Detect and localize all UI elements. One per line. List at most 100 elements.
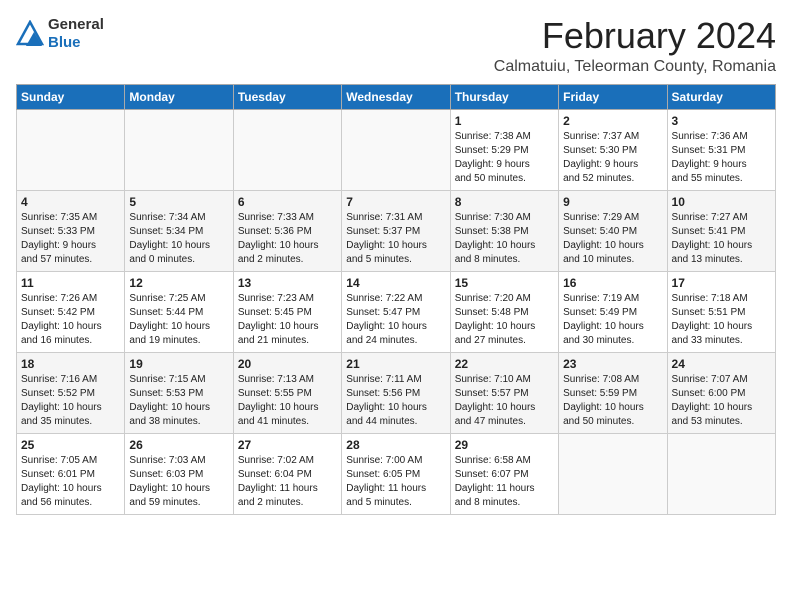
calendar-cell: 26Sunrise: 7:03 AM Sunset: 6:03 PM Dayli… [125,433,233,514]
calendar-cell: 5 Sunrise: 7:34 AM Sunset: 5:34 PM Daylig… [125,190,233,271]
day-number: 5 [129,195,228,209]
calendar-cell: 11 Sunrise: 7:26 AM Sunset: 5:42 PM Dayli… [17,271,125,352]
day-info: Sunrise: 7:18 AM Sunset: 5:51 PM Dayligh… [672,292,771,348]
day-number: 15 [455,276,554,290]
day-number: 4 [21,195,120,209]
weekday-header-monday: Monday [125,84,233,109]
day-info: Sunrise: 7:36 AM Sunset: 5:31 PM Dayligh… [672,130,771,186]
day-info: Sunrise: 7:13 AM Sunset: 5:55 PM Dayligh… [238,373,337,429]
day-info: Sunrise: 7:23 AM Sunset: 5:45 PM Dayligh… [238,292,337,348]
day-number: 19 [129,357,228,371]
calendar-cell: 2 Sunrise: 7:37 AM Sunset: 5:30 PM Daylig… [559,109,667,190]
day-number: 20 [238,357,337,371]
day-info: Sunrise: 7:11 AM Sunset: 5:56 PM Dayligh… [346,373,445,429]
calendar-cell: 15 Sunrise: 7:20 AM Sunset: 5:48 PM Dayli… [450,271,558,352]
location-subtitle: Calmatuiu, Teleorman County, Romania [494,58,776,76]
day-info: Sunrise: 7:37 AM Sunset: 5:30 PM Dayligh… [563,130,662,186]
week-row-1: 1 Sunrise: 7:38 AM Sunset: 5:29 PM Daylig… [17,109,776,190]
day-info: Sunrise: 7:02 AM Sunset: 6:04 PM Dayligh… [238,454,337,510]
day-info: Sunrise: 7:33 AM Sunset: 5:36 PM Dayligh… [238,211,337,267]
day-number: 7 [346,195,445,209]
day-info: Sunrise: 7:25 AM Sunset: 5:44 PM Dayligh… [129,292,228,348]
logo-text: General Blue [48,16,104,52]
weekday-header-thursday: Thursday [450,84,558,109]
weekday-header-row: SundayMondayTuesdayWednesdayThursdayFrid… [17,84,776,109]
week-row-4: 18 Sunrise: 7:16 AM Sunset: 5:52 PM Dayli… [17,352,776,433]
weekday-header-wednesday: Wednesday [342,84,450,109]
day-info: Sunrise: 7:38 AM Sunset: 5:29 PM Dayligh… [455,130,554,186]
calendar-cell: 16 Sunrise: 7:19 AM Sunset: 5:49 PM Dayli… [559,271,667,352]
day-info: Sunrise: 7:26 AM Sunset: 5:42 PM Dayligh… [21,292,120,348]
day-info: Sunrise: 7:20 AM Sunset: 5:48 PM Dayligh… [455,292,554,348]
calendar-table: SundayMondayTuesdayWednesdayThursdayFrid… [16,84,776,515]
calendar-cell: 28 Sunrise: 7:00 AM Sunset: 6:05 PM Dayli… [342,433,450,514]
calendar-cell: 19 Sunrise: 7:15 AM Sunset: 5:53 PM Dayli… [125,352,233,433]
day-number: 21 [346,357,445,371]
weekday-header-saturday: Saturday [667,84,775,109]
day-number: 1 [455,114,554,128]
day-info: Sunrise: 7:19 AM Sunset: 5:49 PM Dayligh… [563,292,662,348]
day-info: Sunrise: 7:31 AM Sunset: 5:37 PM Dayligh… [346,211,445,267]
day-info: Sunrise: 7:16 AM Sunset: 5:52 PM Dayligh… [21,373,120,429]
day-info: Sunrise: 7:22 AM Sunset: 5:47 PM Dayligh… [346,292,445,348]
day-number: 18 [21,357,120,371]
calendar-cell: 7 Sunrise: 7:31 AM Sunset: 5:37 PM Daylig… [342,190,450,271]
day-info: Sunrise: 7:15 AM Sunset: 5:53 PM Dayligh… [129,373,228,429]
calendar-cell [559,433,667,514]
calendar-cell: 27 Sunrise: 7:02 AM Sunset: 6:04 PM Dayli… [233,433,341,514]
day-info: Sunrise: 7:00 AM Sunset: 6:05 PM Dayligh… [346,454,445,510]
calendar-cell: 1 Sunrise: 7:38 AM Sunset: 5:29 PM Daylig… [450,109,558,190]
calendar-cell [342,109,450,190]
day-number: 16 [563,276,662,290]
calendar-cell: 6 Sunrise: 7:33 AM Sunset: 5:36 PM Daylig… [233,190,341,271]
day-number: 24 [672,357,771,371]
day-info: Sunrise: 7:30 AM Sunset: 5:38 PM Dayligh… [455,211,554,267]
day-number: 11 [21,276,120,290]
weekday-header-sunday: Sunday [17,84,125,109]
calendar-cell: 12Sunrise: 7:25 AM Sunset: 5:44 PM Dayli… [125,271,233,352]
day-number: 23 [563,357,662,371]
month-title: February 2024 [494,16,776,56]
calendar-cell: 29 Sunrise: 6:58 AM Sunset: 6:07 PM Dayli… [450,433,558,514]
day-number: 3 [672,114,771,128]
day-number: 17 [672,276,771,290]
calendar-cell: 8 Sunrise: 7:30 AM Sunset: 5:38 PM Daylig… [450,190,558,271]
day-info: Sunrise: 7:03 AM Sunset: 6:03 PM Dayligh… [129,454,228,510]
calendar-cell: 23Sunrise: 7:08 AM Sunset: 5:59 PM Dayli… [559,352,667,433]
day-info: Sunrise: 7:05 AM Sunset: 6:01 PM Dayligh… [21,454,120,510]
calendar-cell: 14 Sunrise: 7:22 AM Sunset: 5:47 PM Dayli… [342,271,450,352]
day-number: 13 [238,276,337,290]
day-number: 14 [346,276,445,290]
day-info: Sunrise: 7:27 AM Sunset: 5:41 PM Dayligh… [672,211,771,267]
day-info: Sunrise: 7:29 AM Sunset: 5:40 PM Dayligh… [563,211,662,267]
day-info: Sunrise: 7:34 AM Sunset: 5:34 PM Dayligh… [129,211,228,267]
title-block: February 2024 Calmatuiu, Teleorman Count… [494,16,776,76]
day-number: 28 [346,438,445,452]
day-number: 2 [563,114,662,128]
week-row-2: 4 Sunrise: 7:35 AM Sunset: 5:33 PM Daylig… [17,190,776,271]
day-number: 27 [238,438,337,452]
calendar-cell: 21 Sunrise: 7:11 AM Sunset: 5:56 PM Dayli… [342,352,450,433]
week-row-3: 11 Sunrise: 7:26 AM Sunset: 5:42 PM Dayli… [17,271,776,352]
calendar-cell [17,109,125,190]
day-number: 8 [455,195,554,209]
calendar-cell: 20 Sunrise: 7:13 AM Sunset: 5:55 PM Dayli… [233,352,341,433]
logo-icon [16,20,44,48]
day-info: Sunrise: 7:35 AM Sunset: 5:33 PM Dayligh… [21,211,120,267]
day-info: Sunrise: 7:10 AM Sunset: 5:57 PM Dayligh… [455,373,554,429]
day-info: Sunrise: 6:58 AM Sunset: 6:07 PM Dayligh… [455,454,554,510]
weekday-header-friday: Friday [559,84,667,109]
calendar-cell: 24Sunrise: 7:07 AM Sunset: 6:00 PM Dayli… [667,352,775,433]
day-number: 6 [238,195,337,209]
day-number: 22 [455,357,554,371]
calendar-cell: 18 Sunrise: 7:16 AM Sunset: 5:52 PM Dayli… [17,352,125,433]
calendar-cell: 4 Sunrise: 7:35 AM Sunset: 5:33 PM Daylig… [17,190,125,271]
calendar-cell: 13 Sunrise: 7:23 AM Sunset: 5:45 PM Dayli… [233,271,341,352]
calendar-cell: 3 Sunrise: 7:36 AM Sunset: 5:31 PM Daylig… [667,109,775,190]
weekday-header-tuesday: Tuesday [233,84,341,109]
calendar-cell: 22 Sunrise: 7:10 AM Sunset: 5:57 PM Dayli… [450,352,558,433]
day-number: 9 [563,195,662,209]
day-number: 29 [455,438,554,452]
day-number: 25 [21,438,120,452]
calendar-cell: 17 Sunrise: 7:18 AM Sunset: 5:51 PM Dayli… [667,271,775,352]
